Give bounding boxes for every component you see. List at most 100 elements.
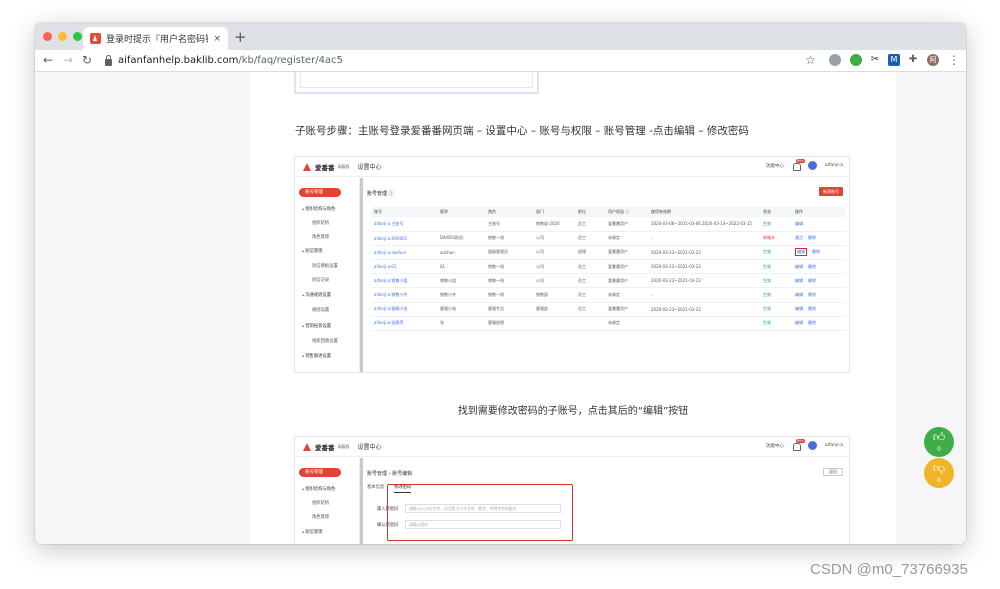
- cell-dept: 公司: [533, 231, 575, 246]
- downvote-button[interactable]: 👎︎ 0: [924, 458, 954, 488]
- account-table-header: 账号 昵称 角色 部门 职位 用户权益 ⓘ 使用有效期 状态 操作: [371, 207, 846, 217]
- extension-grammar-icon[interactable]: [850, 54, 862, 66]
- cell-pos: [575, 316, 605, 332]
- cell-pos: 员工: [575, 217, 605, 232]
- sidebar-item-account-management: 账号管理: [299, 188, 341, 197]
- maximize-window-button[interactable]: [73, 32, 82, 41]
- column-header: 角色: [485, 207, 533, 217]
- favicon-icon: [90, 33, 101, 44]
- cell-rights: 爱番番用户: [605, 245, 648, 261]
- browser-menu-icon[interactable]: ⋮: [948, 53, 960, 68]
- sidebar-subitem: 短信记录: [312, 278, 330, 283]
- cell-rights: 未绑定: [605, 316, 648, 332]
- column-header: 昵称: [437, 207, 485, 217]
- cell-role: 销售一线: [485, 287, 533, 303]
- user-name: aifanji-a: [824, 163, 843, 168]
- function-center-link: 功能中心: [765, 443, 784, 449]
- cell-nick: 销售小齐: [437, 287, 485, 303]
- cell-nick: 客服小张: [437, 302, 485, 317]
- tab-basic-info: 基本信息: [367, 485, 385, 490]
- cell-period: [648, 316, 760, 332]
- app-edition: 高级版: [337, 163, 350, 169]
- user-avatar: [807, 441, 817, 450]
- cell-period: 2020-03-23~2021-03-22: [648, 302, 760, 317]
- cell-role: 销售一线: [485, 259, 533, 275]
- tab-title: 登录时提示『用户名密码错误』…: [106, 35, 208, 45]
- cell-dept: 公司: [533, 245, 575, 261]
- close-window-button[interactable]: [43, 32, 52, 41]
- cell-role: 客服经理: [485, 316, 533, 332]
- thumbs-up-icon: 👍︎: [932, 430, 946, 444]
- extension-shield-icon[interactable]: [829, 54, 841, 66]
- browser-toolbar: ← → ↻ aifanfanhelp.baklib.com/kb/faq/reg…: [35, 50, 966, 72]
- tab-close-icon[interactable]: ×: [213, 34, 221, 44]
- profile-avatar[interactable]: 阿: [927, 54, 939, 66]
- minimize-window-button[interactable]: [58, 32, 67, 41]
- back-arrow-icon[interactable]: ←: [43, 53, 53, 68]
- cell-pos: 员工: [575, 231, 605, 246]
- thumbs-down-icon: 👎︎: [932, 461, 946, 475]
- cell-period: -: [648, 231, 760, 246]
- sidebar-item-account-management: 账号管理: [299, 468, 341, 477]
- delete-link: 删除: [808, 263, 816, 269]
- cell-period: 2020-03-23~2021-03-23: [648, 259, 760, 275]
- sidebar-group: 组织结构与角色: [302, 206, 335, 212]
- reload-icon[interactable]: ↻: [82, 53, 92, 68]
- password-form-highlight: [387, 484, 573, 541]
- cell-nick: DAVID(测试): [437, 231, 485, 246]
- function-center-link: 功能中心: [765, 163, 784, 169]
- cell-role: 销售一线: [485, 231, 533, 246]
- account-edit-panel: 账号管理 › 账号编辑 返回 基本信息 修改密码 输入新密码 请输入6-20位字…: [367, 461, 843, 544]
- column-header: 用户权益 ⓘ: [605, 207, 648, 217]
- app-header: 爱番番 高级版 设置中心 功能中心 99+ aifanji-a: [295, 437, 849, 457]
- delete-link: 删除: [808, 292, 816, 298]
- forward-arrow-icon[interactable]: →: [63, 53, 73, 68]
- sidebar-group: 营销拓客设置: [302, 323, 331, 329]
- sidebar-subitem: 组织结构: [312, 501, 330, 506]
- cell-acct: aifanji-a:销售小组: [371, 273, 437, 289]
- sidebar-group: 销售跟进设置: [302, 353, 331, 359]
- account-management-panel: 账号管理 ⓘ 新建账号 账号 昵称 角色 部门 职位 用户权益 ⓘ 使用有效期 …: [367, 181, 846, 372]
- browser-window: 登录时提示『用户名密码错误』… × + ← → ↻ aifanfanhelp.b…: [35, 23, 966, 544]
- sidebar-group: 短信管理: [302, 529, 322, 535]
- new-tab-button[interactable]: +: [234, 28, 247, 46]
- cell-acct: aifanji-a:XXX001: [371, 231, 437, 246]
- url-path: /kb/faq/register/4ac5: [238, 55, 343, 66]
- browser-tab[interactable]: 登录时提示『用户名密码错误』… ×: [83, 27, 228, 50]
- edit-link: 编辑: [795, 220, 803, 226]
- table-row: aifanji-a:aochun aochun 超级管理员 公司 经理 爱番番用户 2020…: [371, 245, 846, 261]
- cell-status: 生效: [760, 273, 792, 289]
- screenshot-caption: 找到需要修改密码的子账号，点击其后的“编辑”按钮: [457, 406, 689, 417]
- bookmark-star-icon[interactable]: ☆: [805, 53, 816, 68]
- screenshot-edit-password: 爱番番 高级版 设置中心 功能中心 99+ aifanji-a 账号管理 组织结…: [294, 436, 850, 544]
- sidebar-divider: [360, 458, 363, 544]
- cell-actions: 编辑 删除: [792, 273, 846, 289]
- delete-link: 删除: [808, 235, 816, 241]
- sidebar-subitem: 组织结构: [312, 221, 330, 226]
- delete-link: 删除: [808, 320, 816, 326]
- cell-dept: 公司: [533, 259, 575, 275]
- extensions-puzzle-icon[interactable]: ✚: [907, 54, 919, 66]
- cell-role: 销售一线: [485, 273, 533, 289]
- new-account-button: 新建账号: [819, 187, 843, 196]
- table-row: aifanji-a:销售小齐 销售小齐 销售一线 销售部 员工 未绑定 - 生效 编辑 删除: [371, 287, 846, 303]
- notification-bell-icon: 99+: [792, 158, 806, 171]
- extension-scissors-icon[interactable]: ✂: [869, 54, 881, 66]
- app-sidebar: 账号管理 组织结构与角色 组织结构 角色管理 短信管理: [295, 458, 360, 544]
- cell-status: 生效: [760, 245, 792, 261]
- address-bar[interactable]: aifanfanhelp.baklib.com/kb/faq/register/…: [105, 53, 343, 68]
- extension-m-icon[interactable]: M: [888, 54, 900, 66]
- cell-status: 生效: [760, 259, 792, 275]
- cell-nick: 01: [437, 259, 485, 275]
- sidebar-group: 短信管理: [302, 248, 322, 254]
- cell-actions: 激活 删除: [792, 231, 846, 246]
- sidebar-group: 组织结构与角色: [302, 486, 335, 492]
- upvote-button[interactable]: 👍︎ 0: [924, 427, 954, 457]
- cell-acct: aifanji-a:01: [371, 259, 437, 275]
- cell-nick: [437, 217, 485, 232]
- cell-actions: 编辑 删除: [792, 245, 846, 261]
- sidebar-subitem: 短信模板设置: [312, 264, 338, 269]
- table-row: aifanji-a:客服小张 客服小张 客服专员 客服部 员工 爱番番用户 2020-03-…: [371, 302, 846, 317]
- cell-status: 生效: [760, 287, 792, 303]
- cell-actions: 编辑 删除: [792, 316, 846, 332]
